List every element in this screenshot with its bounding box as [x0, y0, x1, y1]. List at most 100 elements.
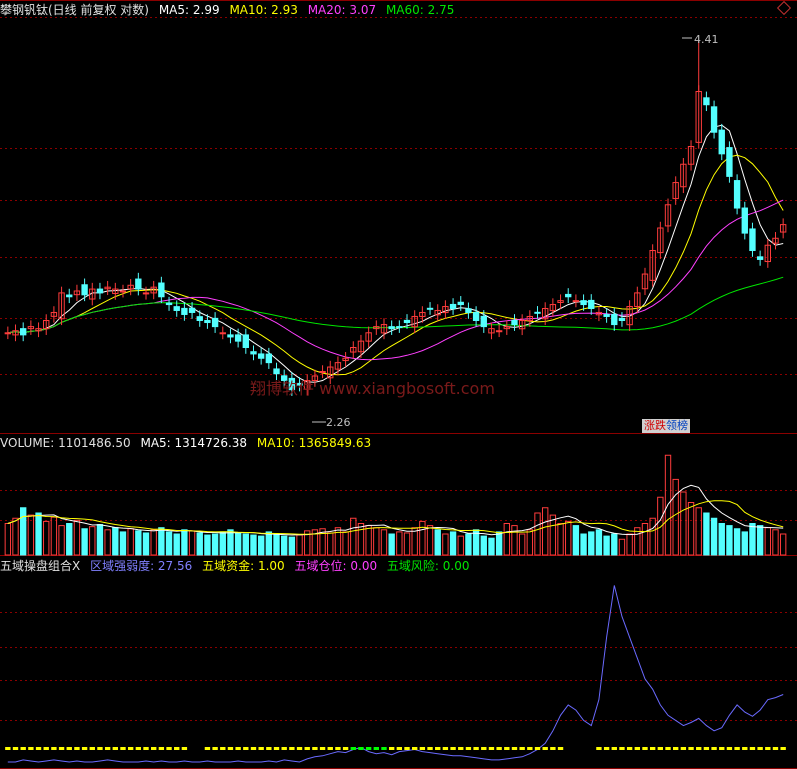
candle-body [457, 301, 464, 306]
fund-marker [703, 747, 710, 750]
volume-bar [764, 527, 771, 556]
volume-bar [20, 507, 27, 556]
volume-bar [296, 534, 303, 556]
fund-marker [51, 747, 57, 750]
indicator-markers [5, 747, 786, 750]
fund-marker [488, 747, 495, 750]
volume-bar [89, 526, 96, 556]
fund-marker [673, 747, 679, 750]
candle-body [449, 303, 457, 309]
candle-body [710, 106, 718, 133]
limit-rank-badge[interactable]: 涨跌领榜 [642, 419, 690, 433]
fund-marker [603, 747, 610, 750]
fund-marker [696, 747, 702, 750]
fund-marker [665, 747, 671, 750]
fund-marker [158, 747, 165, 750]
candle-body [396, 326, 403, 329]
fund-marker [711, 747, 717, 750]
volume-bar [710, 517, 718, 556]
volume-bar [158, 527, 165, 556]
indicator-header-row: 五域操盘组合X 区域强弱度: 27.56 五域资金: 1.00 五域仓位: 0.… [0, 559, 476, 573]
fund-marker [550, 747, 556, 750]
fund-marker [266, 747, 272, 750]
volume-ma-lines [7, 484, 784, 536]
fund-marker [780, 747, 786, 750]
volume-bar [396, 531, 403, 556]
fund-marker [719, 747, 725, 750]
volume-bar [58, 525, 65, 556]
fund-marker [596, 747, 602, 750]
candle-body [158, 282, 165, 298]
volume-bar [334, 527, 342, 556]
volume-bar [641, 523, 649, 556]
candle-body [511, 319, 518, 326]
fund-marker [74, 747, 80, 750]
fund-marker [235, 747, 241, 750]
volume-bar [703, 512, 710, 556]
fund-marker [504, 747, 510, 750]
volume-bar [779, 533, 787, 556]
fund-marker [542, 747, 548, 750]
badge-up-text: 涨跌 [644, 419, 666, 432]
volume-bar [480, 535, 487, 556]
volume-bars [4, 454, 787, 556]
fund-marker [611, 747, 617, 750]
volume-bar [43, 520, 50, 556]
fund-marker [688, 747, 694, 750]
fund-marker [327, 747, 333, 750]
fund-marker [304, 747, 310, 750]
indicator-risk: 五域风险: 0.00 [386, 559, 470, 573]
candle-body [181, 307, 188, 315]
candle-body [703, 97, 710, 106]
fund-marker [181, 747, 188, 750]
volume-bar [127, 528, 134, 556]
volume-bar [457, 535, 464, 556]
candle-body [741, 207, 748, 234]
candle-body [250, 351, 257, 355]
volume-bar [595, 529, 603, 556]
fund-marker [749, 747, 756, 750]
candle-body [4, 332, 12, 335]
volume-bar [104, 529, 111, 556]
fund-marker [772, 747, 779, 750]
fund-marker [481, 747, 487, 750]
candle-body [173, 306, 180, 311]
volume-bar [211, 533, 219, 556]
high-label: 4.41 [694, 33, 719, 46]
fund-marker [619, 747, 625, 750]
fund-marker [527, 747, 533, 750]
candle-body [534, 311, 541, 314]
volume-bar [503, 523, 510, 556]
candle-body [319, 370, 326, 373]
fund-marker [511, 747, 518, 750]
volume-bar [142, 532, 150, 556]
candle-body [165, 302, 173, 306]
candlesticks [4, 40, 787, 396]
volume-bar [150, 529, 157, 556]
volume-bar [219, 531, 226, 556]
fund-marker [312, 747, 318, 750]
volume-bar [242, 533, 249, 556]
volume-bar [687, 502, 695, 556]
ma10-line [7, 154, 784, 376]
fund-marker [757, 747, 763, 750]
fund-marker [396, 747, 403, 750]
volume-bar [495, 531, 503, 556]
volume-bar [173, 533, 180, 556]
candle-body [718, 129, 725, 155]
fund-marker [227, 747, 234, 750]
volume-ma5-line [7, 484, 784, 536]
candle-body [403, 319, 411, 324]
volume-bar [327, 532, 334, 556]
candle-body [142, 292, 150, 295]
fund-marker [135, 747, 142, 750]
risk-marker [350, 747, 356, 750]
candle-body [756, 256, 764, 260]
ma5-value: MA5: 2.99 [158, 3, 220, 17]
volume-bar [419, 520, 426, 556]
volume-bar [572, 525, 580, 556]
volume-ma5: MA5: 1314726.38 [140, 436, 248, 450]
fund-marker [204, 747, 211, 750]
fund-marker [143, 747, 149, 750]
candle-body [265, 353, 273, 364]
